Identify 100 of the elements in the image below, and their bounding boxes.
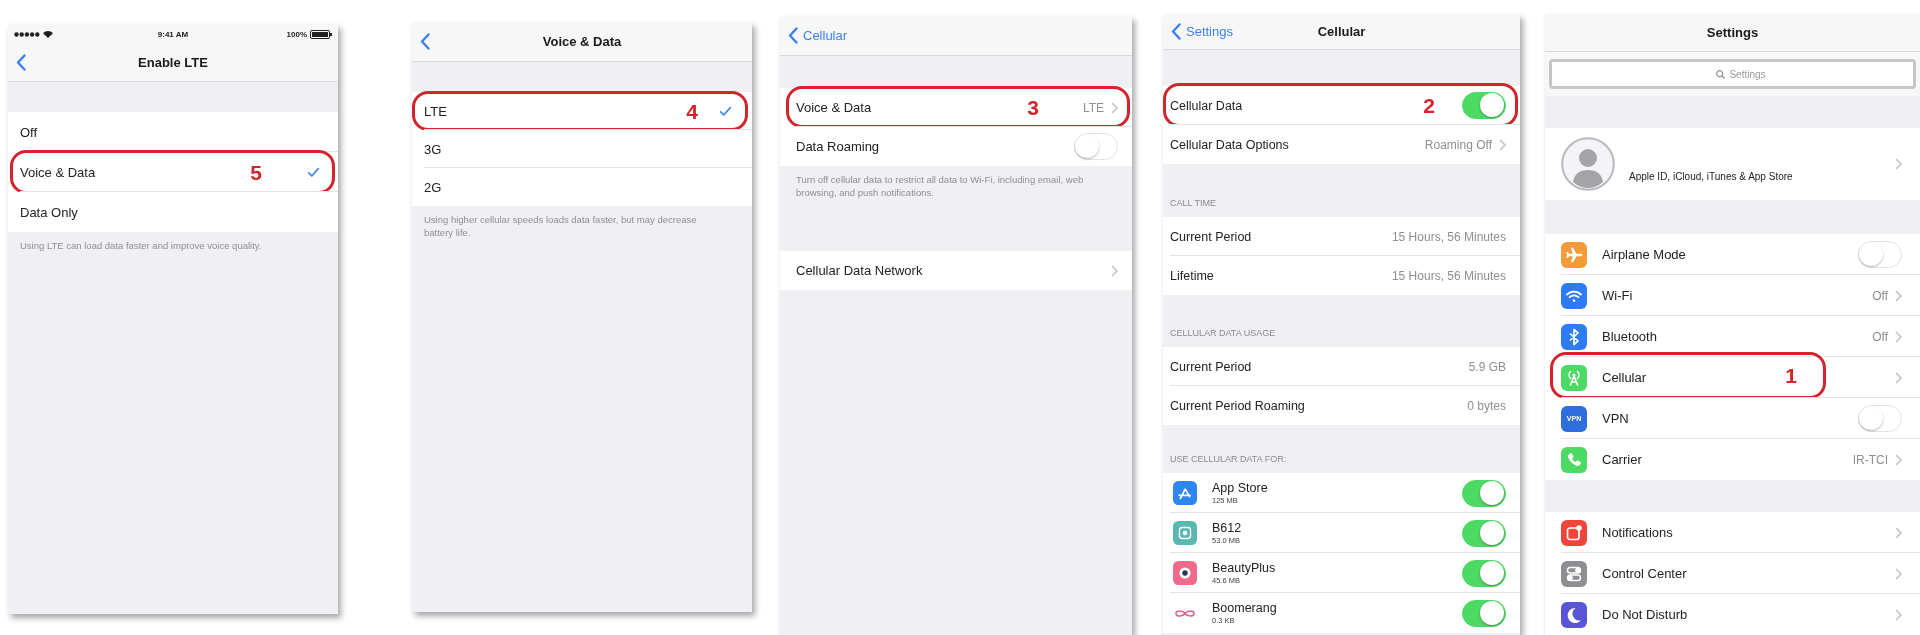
profile-row[interactable]: Apple ID, iCloud, iTunes & App Store <box>1545 128 1920 200</box>
row-label: Current Period <box>1170 359 1252 374</box>
row-label: Cellular <box>1602 370 1647 385</box>
wifi-icon <box>43 30 53 38</box>
settings-row[interactable]: Cellular Data Options Roaming Off <box>1163 125 1520 164</box>
toggle-switch[interactable] <box>1858 241 1902 268</box>
search-field[interactable]: Settings <box>1549 59 1916 89</box>
option-row[interactable]: 3G <box>412 130 752 168</box>
option-row[interactable]: Data Only <box>8 192 338 232</box>
settings-row[interactable]: Voice & Data 3 LTE <box>780 88 1132 127</box>
toggle-row[interactable]: Data Roaming <box>780 127 1132 166</box>
settings-row[interactable]: Wi-Fi Off <box>1545 275 1920 316</box>
search-icon <box>1715 69 1725 79</box>
settings-row[interactable]: Do Not Disturb <box>1545 594 1920 635</box>
row-label: Boomerang <box>1212 601 1277 615</box>
row-label: Cellular Data <box>1170 98 1243 113</box>
row-value: Off <box>1872 329 1888 344</box>
row-label: Cellular Data Options <box>1170 137 1289 152</box>
row-value: Roaming Off <box>1424 137 1492 152</box>
chevron-icon <box>1111 101 1118 114</box>
option-row[interactable]: Voice & Data 5 <box>8 152 338 192</box>
chevron-icon <box>1895 158 1902 170</box>
chevron-icon <box>1895 567 1902 580</box>
row-label: Voice & Data <box>20 164 96 180</box>
row-label: Lifetime <box>1170 268 1214 283</box>
chevron-icon <box>1895 330 1902 343</box>
step-number: 4 <box>686 100 698 122</box>
row-label: Carrier <box>1602 452 1642 467</box>
toggle-switch[interactable] <box>1858 405 1902 432</box>
option-row[interactable]: LTE 4 <box>412 92 752 130</box>
chevron-icon <box>1111 264 1118 277</box>
section-header: CALL TIME <box>1170 198 1216 208</box>
chevron-icon <box>1499 138 1506 151</box>
screen-title: Enable LTE <box>138 55 208 70</box>
row-label: Cellular Data Network <box>796 263 923 278</box>
toggle-switch[interactable] <box>1462 92 1506 119</box>
row-label: Current Period Roaming <box>1170 398 1305 413</box>
row-label: Notifications <box>1602 525 1673 540</box>
chevron-icon <box>1895 453 1902 466</box>
back-button[interactable]: Settings <box>1163 23 1233 40</box>
toggle-row[interactable]: Cellular Data 2 <box>1163 86 1520 125</box>
row-label: Control Center <box>1602 566 1687 581</box>
screen-title: Voice & Data <box>542 34 622 49</box>
chevron-icon <box>1895 289 1902 302</box>
row-label: Off <box>20 124 38 140</box>
chevron-icon <box>1895 371 1902 384</box>
section-footer: Using higher cellular speeds loads data faster, but may decrease battery life. <box>424 214 697 238</box>
toggle-switch[interactable] <box>1462 519 1506 547</box>
settings-row[interactable]: Bluetooth Off <box>1545 316 1920 357</box>
row-label: Data Roaming <box>796 139 880 154</box>
toggle-switch[interactable] <box>1462 599 1506 627</box>
toggle-switch[interactable] <box>1462 479 1506 507</box>
chevron-icon <box>1895 608 1902 621</box>
battery-icon <box>310 29 332 39</box>
info-row[interactable]: Current Period 15 Hours, 56 Minutes <box>1163 217 1520 256</box>
settings-row[interactable]: Carrier IR-TCI <box>1545 439 1920 480</box>
checkmark-icon <box>719 106 732 116</box>
screen-title: Cellular <box>1317 24 1366 39</box>
battery-percent: 100% <box>286 29 307 39</box>
section-footer: Using LTE can load data faster and improve voice quality. <box>20 240 262 251</box>
row-label: Airplane Mode <box>1602 247 1686 262</box>
settings-row[interactable]: Notifications <box>1545 512 1920 553</box>
row-label: Apple ID, iCloud, iTunes & App Store <box>1629 171 1793 182</box>
row-label: Data Only <box>20 204 78 220</box>
step-number: 5 <box>250 161 262 183</box>
section-footer: Turn off cellular data to restrict all data to Wi-Fi, including email, web browsing, and push notifications. <box>796 174 1084 198</box>
row-label: Current Period <box>1170 229 1252 244</box>
screen-title: Settings <box>1706 25 1759 40</box>
signal-icon <box>14 31 40 37</box>
toggle-switch[interactable] <box>1462 559 1506 587</box>
option-row[interactable]: 2G <box>412 168 752 206</box>
row-label: LTE <box>424 103 447 119</box>
status-time: 9:41 AM <box>157 29 189 39</box>
row-value: IR-TCI <box>1852 452 1888 467</box>
option-row[interactable]: Off <box>8 112 338 152</box>
chevron-icon <box>1895 526 1902 539</box>
row-value: LTE <box>1082 100 1104 115</box>
info-row[interactable]: Current Period Roaming 0 bytes <box>1163 386 1520 425</box>
section-header: USE CELLULAR DATA FOR: <box>1170 454 1287 464</box>
row-label: Do Not Disturb <box>1602 607 1688 622</box>
row-label: VPN <box>1602 411 1629 426</box>
row-value: 15 Hours, 56 Minutes <box>1391 229 1506 244</box>
back-button[interactable]: Cellular <box>780 27 848 44</box>
row-label: App Store <box>1212 481 1268 495</box>
row-value: 5.9 GB <box>1468 359 1506 374</box>
toggle-switch[interactable] <box>1074 133 1118 160</box>
back-chevron-icon <box>1171 23 1181 40</box>
row-label: Bluetooth <box>1602 329 1657 344</box>
row-value: 0 bytes <box>1467 398 1506 413</box>
settings-row[interactable]: Cellular Data Network <box>780 251 1132 290</box>
back-chevron-icon <box>788 27 798 44</box>
settings-row[interactable]: Control Center <box>1545 553 1920 594</box>
step-number: 2 <box>1423 94 1435 116</box>
checkmark-icon <box>307 167 320 177</box>
avatar-silhouette-icon <box>1561 137 1615 191</box>
info-row[interactable]: Current Period 5.9 GB <box>1163 347 1520 386</box>
toggle-row[interactable]: Airplane Mode <box>1545 234 1920 275</box>
info-row[interactable]: Lifetime 15 Hours, 56 Minutes <box>1163 256 1520 295</box>
back-chevron-icon <box>16 54 26 71</box>
row-value: 15 Hours, 56 Minutes <box>1391 268 1506 283</box>
